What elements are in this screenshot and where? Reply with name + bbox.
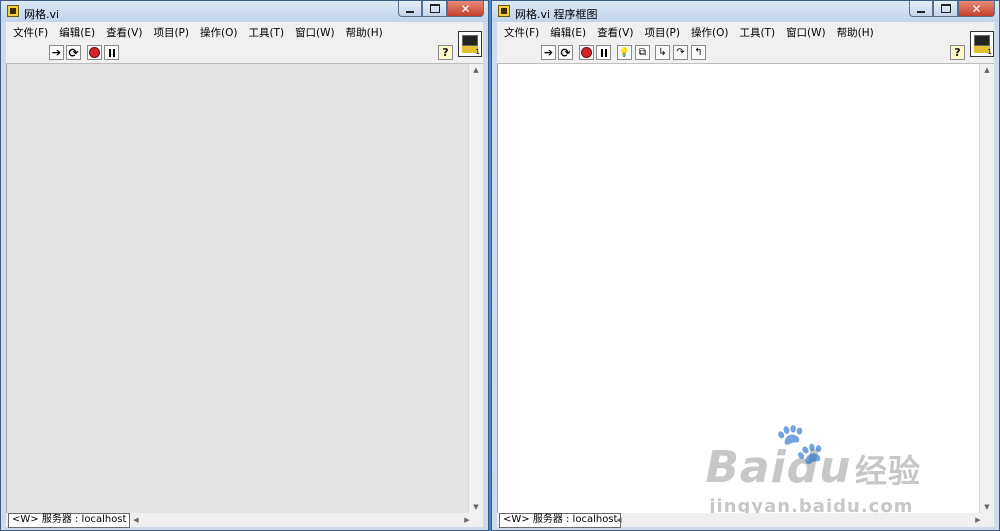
block-diagram-canvas[interactable]: Baidu 经验 🐾 jingyan.baidu.com <box>497 64 979 517</box>
menu-view[interactable]: 查看(V) <box>597 25 633 40</box>
maximize-button[interactable] <box>422 1 447 17</box>
menu-edit[interactable]: 编辑(E) <box>59 25 95 40</box>
vi-connector-icon[interactable]: 1 <box>458 31 482 57</box>
server-status: <W> 服务器 : localhost <box>499 513 622 528</box>
run-arrow-icon[interactable] <box>541 45 556 60</box>
status-bar: <W> 服务器 : localhost ◀ ▶ <box>497 513 994 528</box>
scroll-down-icon[interactable]: ▼ <box>980 501 994 513</box>
scroll-right-icon[interactable]: ▶ <box>972 513 984 526</box>
block-diagram-window[interactable]: 网格.vi 程序框图 ✕ 文件(F) 编辑(E) 查看(V) 项目(P) 操作(… <box>491 0 1000 531</box>
vi-icon-number: 1 <box>475 48 480 56</box>
menu-bar: 文件(F) 编辑(E) 查看(V) 项目(P) 操作(O) 工具(T) 窗口(W… <box>6 22 483 42</box>
vi-icon-screen <box>974 35 990 46</box>
menu-window[interactable]: 窗口(W) <box>295 25 335 40</box>
vi-icon-number: 1 <box>987 48 992 56</box>
step-over-icon[interactable] <box>673 45 688 60</box>
close-icon: ✕ <box>460 1 471 16</box>
scroll-left-icon[interactable]: ◀ <box>130 513 142 526</box>
vi-connector-icon[interactable]: 1 <box>970 31 994 57</box>
context-help-icon[interactable] <box>438 45 453 60</box>
labview-app-icon[interactable] <box>498 5 510 17</box>
scroll-down-icon[interactable]: ▼ <box>469 501 483 513</box>
menu-tools[interactable]: 工具(T) <box>248 25 284 40</box>
run-arrow-icon[interactable] <box>49 45 64 60</box>
close-button[interactable]: ✕ <box>958 1 995 17</box>
minimize-button[interactable] <box>909 1 933 17</box>
paw-icon: 🐾 <box>775 421 826 467</box>
front-panel-window[interactable]: 网格.vi ✕ 文件(F) 编辑(E) 查看(V) 项目(P) 操作(O) 工具… <box>0 0 489 531</box>
maximize-icon <box>429 4 440 13</box>
maximize-button[interactable] <box>933 1 958 17</box>
scroll-up-icon[interactable]: ▲ <box>469 64 483 76</box>
labview-app-icon[interactable] <box>7 5 19 17</box>
menu-operate[interactable]: 操作(O) <box>691 25 728 40</box>
window-title: 网格.vi 程序框图 <box>515 8 598 21</box>
status-bar: <W> 服务器 : localhost ◀ ▶ <box>6 513 483 528</box>
run-continuously-icon[interactable] <box>558 45 573 60</box>
abort-execution-icon[interactable] <box>87 45 102 60</box>
front-panel-canvas[interactable] <box>6 64 468 513</box>
menu-view[interactable]: 查看(V) <box>106 25 142 40</box>
context-help-icon[interactable] <box>950 45 965 60</box>
minimize-icon <box>917 10 925 13</box>
minimize-button[interactable] <box>398 1 422 17</box>
step-into-icon[interactable] <box>655 45 670 60</box>
menu-help[interactable]: 帮助(H) <box>837 25 874 40</box>
menu-file[interactable]: 文件(F) <box>504 25 539 40</box>
baidu-jingyan-watermark: Baidu 经验 🐾 jingyan.baidu.com <box>705 421 921 517</box>
highlight-execution-icon[interactable] <box>617 45 632 60</box>
scroll-up-icon[interactable]: ▲ <box>980 64 994 76</box>
step-out-icon[interactable] <box>691 45 706 60</box>
title-bar[interactable]: 网格.vi ✕ <box>1 1 488 22</box>
menu-project[interactable]: 项目(P) <box>644 25 680 40</box>
menu-help[interactable]: 帮助(H) <box>346 25 383 40</box>
scroll-left-icon[interactable]: ◀ <box>613 513 625 526</box>
menu-file[interactable]: 文件(F) <box>13 25 48 40</box>
retain-wire-values-icon[interactable] <box>635 45 650 60</box>
vi-icon-screen <box>462 35 478 46</box>
pause-icon[interactable] <box>104 45 119 60</box>
pause-icon[interactable] <box>596 45 611 60</box>
watermark-cn: 经验 <box>854 452 921 490</box>
menu-bar: 文件(F) 编辑(E) 查看(V) 项目(P) 操作(O) 工具(T) 窗口(W… <box>497 22 994 42</box>
run-continuously-icon[interactable] <box>66 45 81 60</box>
vertical-scrollbar[interactable]: ▲ ▼ <box>979 64 994 513</box>
menu-tools[interactable]: 工具(T) <box>739 25 775 40</box>
toolbar <box>497 42 994 64</box>
close-icon: ✕ <box>971 1 982 16</box>
close-button[interactable]: ✕ <box>447 1 484 17</box>
vertical-scrollbar[interactable]: ▲ ▼ <box>468 64 483 513</box>
title-bar[interactable]: 网格.vi 程序框图 ✕ <box>492 1 999 22</box>
abort-execution-icon[interactable] <box>579 45 594 60</box>
server-status: <W> 服务器 : localhost <box>8 513 131 528</box>
maximize-icon <box>940 4 951 13</box>
scroll-right-icon[interactable]: ▶ <box>461 513 473 526</box>
minimize-icon <box>406 10 414 13</box>
menu-operate[interactable]: 操作(O) <box>200 25 237 40</box>
window-title: 网格.vi <box>24 8 60 21</box>
menu-edit[interactable]: 编辑(E) <box>550 25 586 40</box>
toolbar <box>6 42 483 64</box>
menu-window[interactable]: 窗口(W) <box>786 25 826 40</box>
menu-project[interactable]: 项目(P) <box>153 25 189 40</box>
